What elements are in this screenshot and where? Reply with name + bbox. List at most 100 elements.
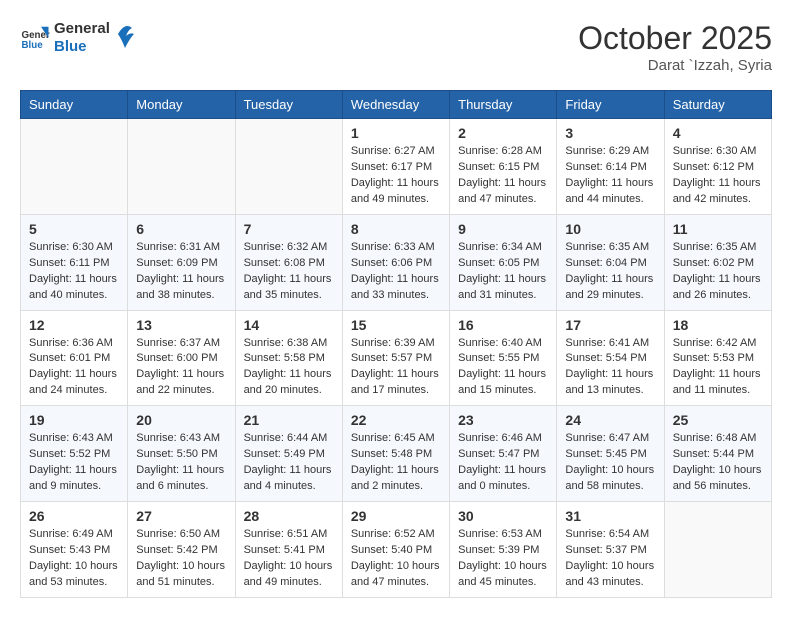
calendar-cell: 24 Sunrise: 6:47 AM Sunset: 5:45 PM Dayli… xyxy=(557,406,664,502)
day-number: 7 xyxy=(244,221,334,237)
calendar-cell: 25 Sunrise: 6:48 AM Sunset: 5:44 PM Dayli… xyxy=(664,406,771,502)
day-number: 6 xyxy=(136,221,226,237)
day-number: 15 xyxy=(351,317,441,333)
calendar-week-row: 1 Sunrise: 6:27 AM Sunset: 6:17 PM Daylig… xyxy=(21,119,772,215)
day-number: 9 xyxy=(458,221,548,237)
day-info: Sunrise: 6:43 AM Sunset: 5:50 PM Dayligh… xyxy=(136,431,226,495)
calendar-cell: 27Sunrise: 6:50 AM Sunset: 5:42 PM Dayli… xyxy=(128,502,235,598)
calendar-table: SundayMondayTuesdayWednesdayThursdayFrid… xyxy=(20,90,772,598)
day-info: Sunrise: 6:42 AM Sunset: 5:53 PM Dayligh… xyxy=(673,336,763,400)
day-number: 10 xyxy=(565,221,655,237)
calendar-cell: 16 Sunrise: 6:40 AM Sunset: 5:55 PM Dayli… xyxy=(450,310,557,406)
day-number: 30 xyxy=(458,508,548,524)
calendar-week-row: 12 Sunrise: 6:36 AM Sunset: 6:01 PM Dayli… xyxy=(21,310,772,406)
calendar-cell: 5Sunrise: 6:30 AM Sunset: 6:11 PM Daylig… xyxy=(21,214,128,310)
day-info: Sunrise: 6:33 AM Sunset: 6:06 PM Dayligh… xyxy=(351,240,441,304)
calendar-cell: 23 Sunrise: 6:46 AM Sunset: 5:47 PM Dayli… xyxy=(450,406,557,502)
logo: General Blue General Blue xyxy=(20,20,134,56)
day-number: 14 xyxy=(244,317,334,333)
day-number: 18 xyxy=(673,317,763,333)
logo-blue-text: Blue xyxy=(54,38,110,56)
day-info: Sunrise: 6:38 AM Sunset: 5:58 PM Dayligh… xyxy=(244,336,334,400)
day-info: Sunrise: 6:35 AM Sunset: 6:02 PM Dayligh… xyxy=(673,240,763,304)
location-text: Darat `Izzah, Syria xyxy=(578,57,772,74)
day-number: 2 xyxy=(458,125,548,141)
day-info: Sunrise: 6:30 AM Sunset: 6:12 PM Dayligh… xyxy=(673,144,763,208)
day-info: Sunrise: 6:39 AM Sunset: 5:57 PM Dayligh… xyxy=(351,336,441,400)
logo-bird-icon xyxy=(116,20,134,48)
day-info: Sunrise: 6:41 AM Sunset: 5:54 PM Dayligh… xyxy=(565,336,655,400)
day-info: Sunrise: 6:30 AM Sunset: 6:11 PM Dayligh… xyxy=(29,240,119,304)
day-number: 29 xyxy=(351,508,441,524)
day-info: Sunrise: 6:54 AM Sunset: 5:37 PM Dayligh… xyxy=(565,527,655,591)
day-info: Sunrise: 6:50 AM Sunset: 5:42 PM Dayligh… xyxy=(136,527,226,591)
day-number: 8 xyxy=(351,221,441,237)
calendar-cell: 28 Sunrise: 6:51 AM Sunset: 5:41 PM Dayli… xyxy=(235,502,342,598)
day-info: Sunrise: 6:28 AM Sunset: 6:15 PM Dayligh… xyxy=(458,144,548,208)
day-number: 24 xyxy=(565,412,655,428)
weekday-header-friday: Friday xyxy=(557,91,664,119)
calendar-cell: 3 Sunrise: 6:29 AM Sunset: 6:14 PM Daylig… xyxy=(557,119,664,215)
weekday-header-sunday: Sunday xyxy=(21,91,128,119)
day-info: Sunrise: 6:44 AM Sunset: 5:49 PM Dayligh… xyxy=(244,431,334,495)
day-info: Sunrise: 6:27 AM Sunset: 6:17 PM Dayligh… xyxy=(351,144,441,208)
logo-general-text: General xyxy=(54,20,110,38)
calendar-cell: 11 Sunrise: 6:35 AM Sunset: 6:02 PM Dayli… xyxy=(664,214,771,310)
day-number: 1 xyxy=(351,125,441,141)
weekday-header-saturday: Saturday xyxy=(664,91,771,119)
day-number: 11 xyxy=(673,221,763,237)
day-number: 12 xyxy=(29,317,119,333)
calendar-cell: 20 Sunrise: 6:43 AM Sunset: 5:50 PM Dayli… xyxy=(128,406,235,502)
day-number: 17 xyxy=(565,317,655,333)
day-number: 25 xyxy=(673,412,763,428)
day-info: Sunrise: 6:43 AM Sunset: 5:52 PM Dayligh… xyxy=(29,431,119,495)
weekday-header-wednesday: Wednesday xyxy=(342,91,449,119)
calendar-cell: 18 Sunrise: 6:42 AM Sunset: 5:53 PM Dayli… xyxy=(664,310,771,406)
day-number: 26 xyxy=(29,508,119,524)
calendar-cell: 19 Sunrise: 6:43 AM Sunset: 5:52 PM Dayli… xyxy=(21,406,128,502)
page-header: General Blue General Blue October 2025 D… xyxy=(20,20,772,74)
calendar-cell: 8 Sunrise: 6:33 AM Sunset: 6:06 PM Daylig… xyxy=(342,214,449,310)
day-info: Sunrise: 6:40 AM Sunset: 5:55 PM Dayligh… xyxy=(458,336,548,400)
day-info: Sunrise: 6:48 AM Sunset: 5:44 PM Dayligh… xyxy=(673,431,763,495)
day-number: 3 xyxy=(565,125,655,141)
day-number: 23 xyxy=(458,412,548,428)
day-info: Sunrise: 6:36 AM Sunset: 6:01 PM Dayligh… xyxy=(29,336,119,400)
day-number: 22 xyxy=(351,412,441,428)
calendar-cell xyxy=(235,119,342,215)
day-number: 20 xyxy=(136,412,226,428)
day-info: Sunrise: 6:52 AM Sunset: 5:40 PM Dayligh… xyxy=(351,527,441,591)
calendar-cell: 29 Sunrise: 6:52 AM Sunset: 5:40 PM Dayli… xyxy=(342,502,449,598)
calendar-cell: 15 Sunrise: 6:39 AM Sunset: 5:57 PM Dayli… xyxy=(342,310,449,406)
calendar-cell: 26Sunrise: 6:49 AM Sunset: 5:43 PM Dayli… xyxy=(21,502,128,598)
day-info: Sunrise: 6:47 AM Sunset: 5:45 PM Dayligh… xyxy=(565,431,655,495)
calendar-cell: 30Sunrise: 6:53 AM Sunset: 5:39 PM Dayli… xyxy=(450,502,557,598)
title-block: October 2025 Darat `Izzah, Syria xyxy=(578,20,772,74)
day-info: Sunrise: 6:34 AM Sunset: 6:05 PM Dayligh… xyxy=(458,240,548,304)
calendar-cell: 2 Sunrise: 6:28 AM Sunset: 6:15 PM Daylig… xyxy=(450,119,557,215)
calendar-cell: 22Sunrise: 6:45 AM Sunset: 5:48 PM Dayli… xyxy=(342,406,449,502)
calendar-cell: 17 Sunrise: 6:41 AM Sunset: 5:54 PM Dayli… xyxy=(557,310,664,406)
day-number: 28 xyxy=(244,508,334,524)
calendar-cell: 6Sunrise: 6:31 AM Sunset: 6:09 PM Daylig… xyxy=(128,214,235,310)
calendar-cell: 9 Sunrise: 6:34 AM Sunset: 6:05 PM Daylig… xyxy=(450,214,557,310)
day-info: Sunrise: 6:51 AM Sunset: 5:41 PM Dayligh… xyxy=(244,527,334,591)
day-number: 13 xyxy=(136,317,226,333)
calendar-cell: 1 Sunrise: 6:27 AM Sunset: 6:17 PM Daylig… xyxy=(342,119,449,215)
day-info: Sunrise: 6:37 AM Sunset: 6:00 PM Dayligh… xyxy=(136,336,226,400)
calendar-cell xyxy=(664,502,771,598)
month-title: October 2025 xyxy=(578,20,772,57)
day-number: 16 xyxy=(458,317,548,333)
day-info: Sunrise: 6:46 AM Sunset: 5:47 PM Dayligh… xyxy=(458,431,548,495)
calendar-cell: 14 Sunrise: 6:38 AM Sunset: 5:58 PM Dayli… xyxy=(235,310,342,406)
calendar-week-row: 19 Sunrise: 6:43 AM Sunset: 5:52 PM Dayli… xyxy=(21,406,772,502)
weekday-header-monday: Monday xyxy=(128,91,235,119)
calendar-cell: 4Sunrise: 6:30 AM Sunset: 6:12 PM Daylig… xyxy=(664,119,771,215)
calendar-cell xyxy=(128,119,235,215)
day-number: 19 xyxy=(29,412,119,428)
day-info: Sunrise: 6:35 AM Sunset: 6:04 PM Dayligh… xyxy=(565,240,655,304)
day-info: Sunrise: 6:29 AM Sunset: 6:14 PM Dayligh… xyxy=(565,144,655,208)
weekday-header-tuesday: Tuesday xyxy=(235,91,342,119)
logo-icon: General Blue xyxy=(20,23,50,53)
day-number: 21 xyxy=(244,412,334,428)
